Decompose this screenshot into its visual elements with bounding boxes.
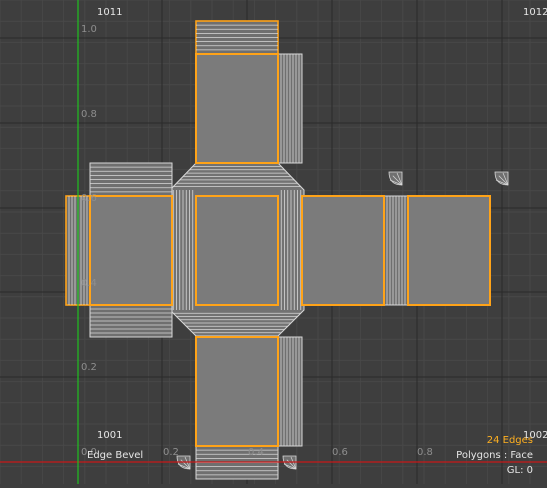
uv-face [301, 195, 385, 306]
udim-label-bottom-left: 1001 [97, 430, 123, 441]
v-tick-label: 0.6 [81, 193, 97, 204]
v-tick-label: 0.8 [81, 109, 97, 120]
udim-label-top-right: 1012 [523, 7, 547, 18]
gl-counter: GL: 0 [506, 465, 533, 476]
u-tick-label: 0.4 [248, 447, 264, 458]
u-tick-label: 0.8 [417, 447, 433, 458]
uv-corner-shell [494, 171, 509, 186]
uv-face [195, 53, 279, 164]
u-tick-label: 0.2 [163, 447, 179, 458]
v-tick-label: 1.0 [81, 24, 97, 35]
component-mode: Polygons : Face [456, 450, 533, 461]
tool-label: Edge Bevel [87, 450, 144, 461]
v-tick-label: 0.4 [81, 278, 97, 289]
uv-canvas[interactable] [0, 0, 547, 484]
uv-face [89, 195, 173, 306]
u-tick-label: 0.6 [332, 447, 348, 458]
uv-corner-shell [388, 171, 403, 186]
selection-count: 24 Edges [486, 435, 533, 446]
v-tick-label: 0.2 [81, 362, 97, 373]
udim-label-top-left: 1011 [97, 7, 123, 18]
uv-face [195, 195, 279, 306]
uv-face [195, 336, 279, 447]
uv-shells[interactable] [65, 20, 509, 480]
uv-editor-viewport[interactable]: 1011 1012 1001 1002 1.0 0.8 0.6 0.4 0.2 … [0, 0, 547, 484]
uv-face [407, 195, 491, 306]
